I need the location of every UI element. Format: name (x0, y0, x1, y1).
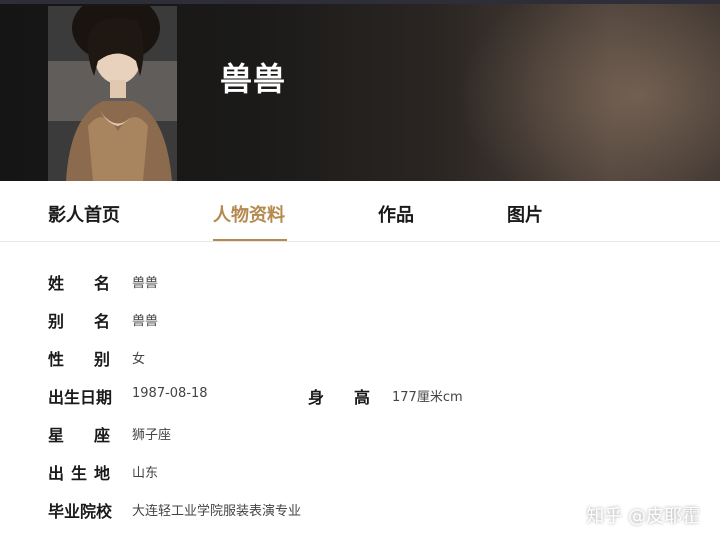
active-tab-indicator (213, 239, 287, 241)
name-value: 兽兽 (132, 276, 159, 291)
portrait-image (48, 6, 177, 181)
name-label: 姓 名 (48, 274, 110, 293)
zodiac-value: 狮子座 (132, 428, 172, 443)
height-label: 身 高 (308, 388, 370, 407)
portrait-photo (48, 6, 177, 181)
tab-photos[interactable]: 图片 (507, 201, 543, 227)
gender-value: 女 (132, 352, 146, 367)
school-label: 毕业院校 (48, 502, 113, 521)
birthplace-value: 山东 (132, 466, 159, 481)
height-value: 177厘米cm (392, 390, 463, 405)
alias-label: 别 名 (48, 312, 110, 331)
tab-profile-info[interactable]: 人物资料 (213, 201, 285, 227)
birthdate-value: 1987-08-18 (132, 386, 208, 401)
school-value: 大连轻工业学院服装表演专业 (132, 504, 302, 519)
banner-person-name: 兽兽 (220, 60, 287, 98)
birthdate-label: 出生日期 (48, 388, 113, 407)
profile-banner: 兽兽 (0, 0, 720, 181)
gender-label: 性 别 (48, 350, 110, 369)
profile-tabs: 影人首页 人物资料 作品 图片 (0, 181, 720, 242)
top-bar (0, 0, 720, 4)
tab-works[interactable]: 作品 (378, 201, 414, 227)
tab-home[interactable]: 影人首页 (48, 201, 120, 227)
alias-value: 兽兽 (132, 314, 159, 329)
watermark-text: 知乎 @皮耶霍 (586, 506, 700, 527)
birthplace-label: 出 生 地 (48, 464, 110, 483)
zodiac-label: 星 座 (48, 426, 110, 445)
